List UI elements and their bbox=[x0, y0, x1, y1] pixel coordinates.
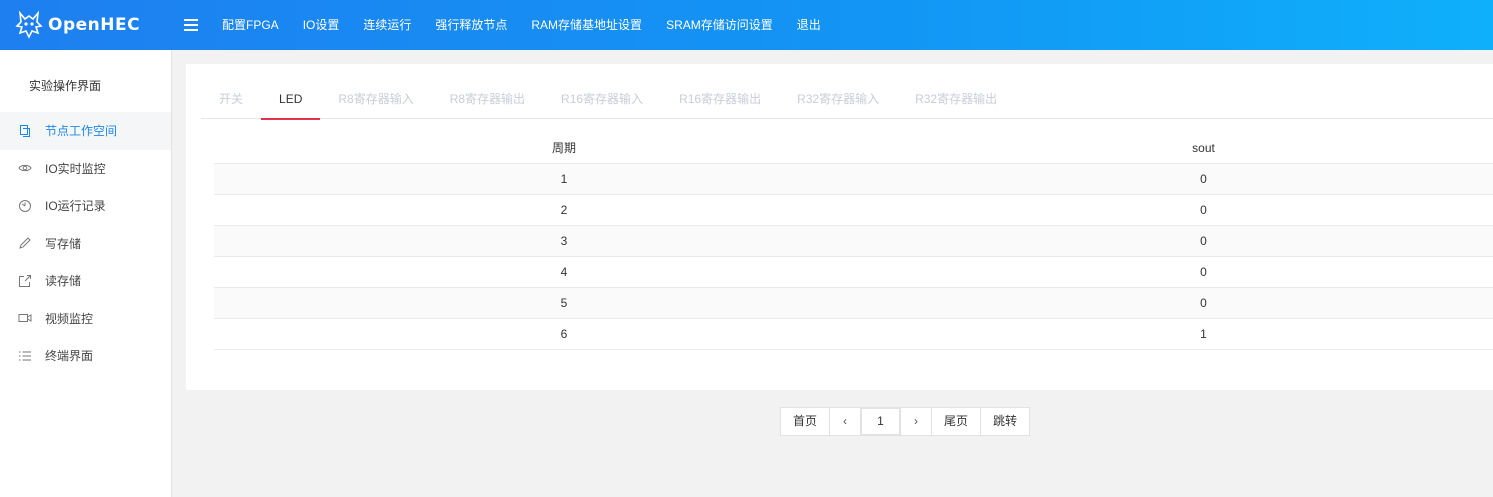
sout-cell: 0 bbox=[914, 163, 1493, 195]
table-row: 5 0 bbox=[214, 287, 1493, 319]
cycle-cell: 1 bbox=[214, 163, 914, 195]
top-navbar: OpenHEC 配置FPGA IO设置 连续运行 强行释放节点 RAM存储基地址… bbox=[0, 0, 1493, 50]
video-icon bbox=[18, 311, 32, 325]
content-card: 开关 LED R8寄存器输入 R8寄存器输出 R16寄存器输入 R16寄存器输出… bbox=[186, 64, 1493, 390]
tab-r16-register-output[interactable]: R16寄存器输出 bbox=[661, 86, 779, 119]
cycle-cell: 5 bbox=[214, 287, 914, 319]
sidebar-item-io-log[interactable]: IO运行记录 bbox=[0, 187, 171, 225]
tab-bar: 开关 LED R8寄存器输入 R8寄存器输出 R16寄存器输入 R16寄存器输出… bbox=[201, 86, 1493, 120]
sout-cell: 0 bbox=[914, 256, 1493, 288]
table-row: 2 0 bbox=[214, 194, 1493, 226]
pager-last-button[interactable]: 尾页 bbox=[932, 408, 982, 435]
cycle-cell: 6 bbox=[214, 318, 914, 350]
eye-icon bbox=[18, 161, 32, 175]
tab-switch[interactable]: 开关 bbox=[201, 86, 261, 119]
main-content: 开关 LED R8寄存器输入 R8寄存器输出 R16寄存器输入 R16寄存器输出… bbox=[172, 50, 1493, 497]
table-header-row: 周期 sout bbox=[214, 133, 1493, 164]
pager-current-page[interactable]: 1 bbox=[861, 408, 902, 435]
nav-ram-base-address[interactable]: RAM存储基地址设置 bbox=[519, 0, 654, 50]
sout-cell: 0 bbox=[914, 225, 1493, 257]
pencil-icon bbox=[18, 236, 32, 250]
table-row: 3 0 bbox=[214, 225, 1493, 257]
list-icon bbox=[18, 349, 32, 363]
sidebar-item-read-storage[interactable]: 读存储 bbox=[0, 262, 171, 300]
tab-r16-register-input[interactable]: R16寄存器输入 bbox=[543, 86, 661, 119]
table-row: 1 0 bbox=[214, 163, 1493, 195]
sidebar-item-label: 节点工作空间 bbox=[45, 124, 118, 139]
cycle-cell: 2 bbox=[214, 194, 914, 226]
pager-first-button[interactable]: 首页 bbox=[781, 408, 831, 435]
sidebar-item-node-workspace[interactable]: 节点工作空间 bbox=[0, 112, 171, 150]
nav-sram-access-settings[interactable]: SRAM存储访问设置 bbox=[654, 0, 785, 50]
sidebar-item-label: 视频监控 bbox=[45, 311, 94, 326]
pager-jump-button[interactable]: 跳转 bbox=[981, 408, 1030, 435]
pager-prev-button[interactable]: ‹ bbox=[830, 408, 862, 435]
cycle-cell: 3 bbox=[214, 225, 914, 257]
table-row: 6 1 bbox=[214, 318, 1493, 350]
export-icon bbox=[18, 274, 32, 288]
sidebar-item-label: 写存储 bbox=[45, 236, 82, 251]
sidebar-item-label: IO运行记录 bbox=[45, 199, 106, 214]
nav-continuous-run[interactable]: 连续运行 bbox=[351, 0, 423, 50]
sidebar-item-label: 终端界面 bbox=[45, 349, 94, 364]
nav-io-settings[interactable]: IO设置 bbox=[291, 0, 352, 50]
tab-led[interactable]: LED bbox=[261, 86, 321, 120]
hamburger-icon[interactable] bbox=[184, 19, 198, 31]
table-row: 4 0 bbox=[214, 256, 1493, 288]
logo[interactable]: OpenHEC bbox=[0, 0, 170, 50]
sout-cell: 0 bbox=[914, 194, 1493, 226]
logo-text: OpenHEC bbox=[48, 15, 141, 35]
sidebar: 实验操作界面 节点工作空间 IO实时监控 IO运行记录 写存储 读存储 视频监控… bbox=[0, 50, 172, 497]
column-header-sout: sout bbox=[914, 133, 1493, 164]
pager-next-button[interactable]: › bbox=[901, 408, 933, 435]
pagination: 首页 ‹ 1 › 尾页 跳转 bbox=[780, 407, 1031, 436]
sidebar-item-write-storage[interactable]: 写存储 bbox=[0, 225, 171, 263]
clock-icon bbox=[18, 199, 32, 213]
tab-r32-register-output[interactable]: R32寄存器输出 bbox=[897, 86, 1015, 119]
nav-configure-fpga[interactable]: 配置FPGA bbox=[210, 0, 291, 50]
sidebar-item-label: 读存储 bbox=[45, 274, 82, 289]
column-header-cycle: 周期 bbox=[214, 133, 914, 164]
sidebar-item-label: IO实时监控 bbox=[45, 161, 106, 176]
tab-r8-register-output[interactable]: R8寄存器输出 bbox=[432, 86, 543, 119]
sout-cell: 0 bbox=[914, 287, 1493, 319]
nav-logout[interactable]: 退出 bbox=[785, 0, 833, 50]
sidebar-title: 实验操作界面 bbox=[29, 79, 102, 93]
led-data-table: 周期 sout 1 0 2 0 3 0 4 0 5 0 6 1 bbox=[214, 133, 1493, 350]
tab-r32-register-input[interactable]: R32寄存器输入 bbox=[779, 86, 897, 119]
top-nav: 配置FPGA IO设置 连续运行 强行释放节点 RAM存储基地址设置 SRAM存… bbox=[210, 0, 833, 50]
sout-cell: 1 bbox=[914, 318, 1493, 350]
cycle-cell: 4 bbox=[214, 256, 914, 288]
sidebar-item-io-monitor[interactable]: IO实时监控 bbox=[0, 150, 171, 188]
tab-r8-register-input[interactable]: R8寄存器输入 bbox=[320, 86, 431, 119]
openhec-logo-icon bbox=[15, 10, 43, 39]
copy-icon bbox=[18, 124, 32, 138]
sidebar-item-terminal[interactable]: 终端界面 bbox=[0, 337, 171, 375]
nav-force-release-node[interactable]: 强行释放节点 bbox=[423, 0, 519, 50]
sidebar-item-video-monitor[interactable]: 视频监控 bbox=[0, 300, 171, 338]
